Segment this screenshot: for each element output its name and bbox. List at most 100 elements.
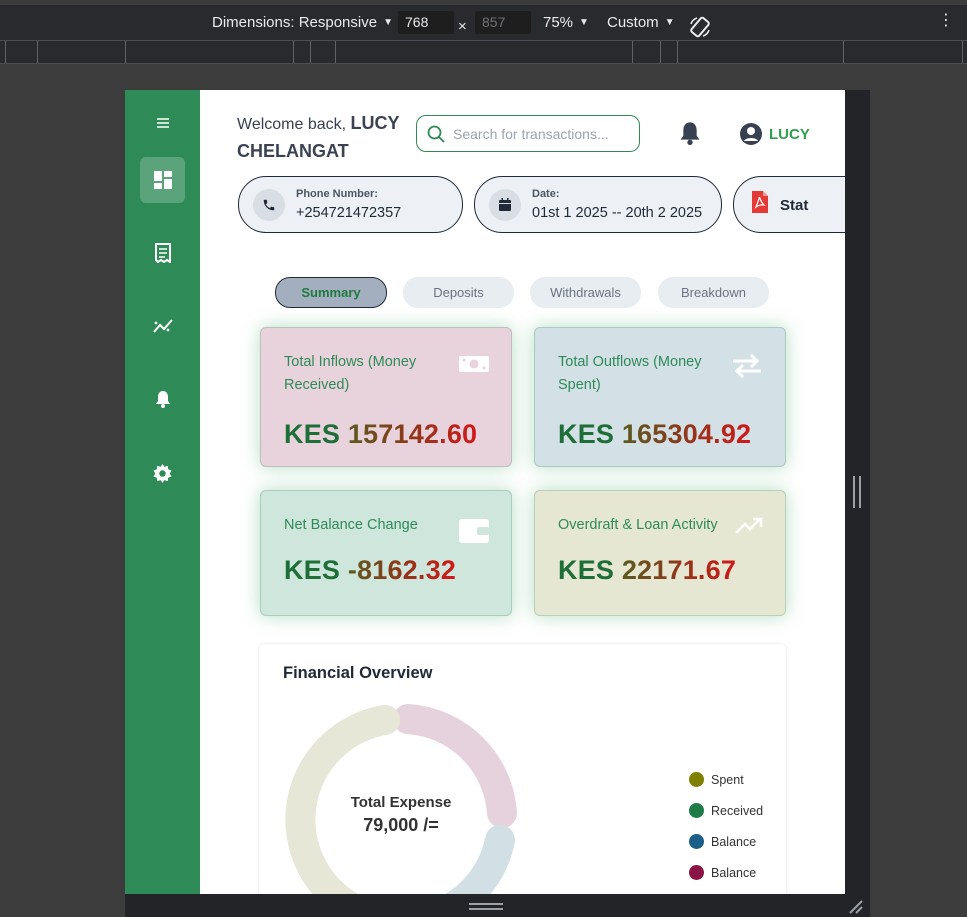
card-title: Total Outflows (Money Spent): [558, 354, 702, 393]
amount: -8162.32: [347, 555, 457, 585]
center-value: 79,000 /=: [363, 815, 439, 835]
wallet-icon: [459, 517, 489, 548]
amount: 22171.67: [621, 555, 737, 585]
dashboard-icon: [153, 171, 172, 189]
phone-icon: [253, 188, 285, 221]
height-input[interactable]: 857: [475, 11, 531, 34]
pill-value: 01st 1 2025 -- 20th 2 2025: [532, 204, 703, 221]
legend-label: Spent: [711, 772, 744, 787]
amount: 165304.92: [621, 419, 752, 449]
legend-label: Received: [711, 803, 764, 818]
donut-segment-balance: [445, 825, 515, 894]
calendar-icon: [489, 188, 521, 221]
card-title: Net Balance Change: [284, 517, 418, 533]
trending-up-icon: [735, 517, 763, 540]
overview-title: Financial Overview: [283, 664, 433, 682]
currency: KES: [558, 555, 615, 585]
pdf-icon: [750, 190, 770, 219]
bell-icon: [155, 391, 170, 408]
pill-label: Date:: [532, 187, 560, 200]
width-input[interactable]: 768: [398, 11, 454, 34]
dimensions-dropdown[interactable]: Dimensions: Responsive ▼: [212, 14, 393, 31]
currency: KES: [284, 555, 341, 585]
card-overdraft-loan[interactable]: Overdraft & Loan Activity KES 22171.67: [534, 490, 786, 616]
receipt-icon: [154, 243, 171, 263]
legend-item[interactable]: Balance: [689, 857, 763, 888]
legend-dot: [689, 772, 704, 787]
legend-label: Balance: [711, 865, 757, 880]
legend-item[interactable]: Spent: [689, 764, 763, 795]
zoom-label: 75%: [543, 14, 574, 31]
legend-item[interactable]: Balance: [689, 826, 763, 857]
devtools-toolbar: Dimensions: Responsive ▼ 768 × 857 75% ▼…: [0, 0, 967, 40]
times-icon: ×: [458, 18, 467, 35]
resize-handle-right[interactable]: [853, 476, 861, 508]
card-title: Overdraft & Loan Activity: [558, 517, 718, 533]
card-amount: KES 157142.60: [284, 419, 488, 450]
welcome-prefix: Welcome back,: [237, 116, 347, 133]
pill-value: +254721472357: [296, 204, 402, 221]
media-query-ruler: [0, 40, 967, 64]
throttle-dropdown[interactable]: Custom ▼: [607, 14, 675, 31]
card-total-outflows[interactable]: Total Outflows (Money Spent) KES 165304.…: [534, 327, 786, 467]
card-amount: KES -8162.32: [284, 555, 488, 586]
chart-legend: Spent Received Balance Balance: [689, 764, 763, 888]
resize-corner-icon[interactable]: [848, 899, 864, 917]
transfer-icon: [731, 353, 763, 383]
card-total-inflows[interactable]: Total Inflows (Money Received) KES 15714…: [260, 327, 512, 467]
date-range-pill[interactable]: Date: 01st 1 2025 -- 20th 2 2025: [474, 176, 722, 233]
tab-withdrawals[interactable]: Withdrawals: [530, 277, 641, 308]
gear-icon: [153, 463, 172, 483]
app-viewport: Welcome back, LUCY CHELANGAT LUCY Phone …: [125, 90, 845, 894]
search-box[interactable]: [416, 115, 640, 152]
notification-button[interactable]: [679, 121, 701, 150]
tab-breakdown[interactable]: Breakdown: [658, 277, 769, 308]
sidebar-item-statements[interactable]: [140, 230, 185, 276]
currency: KES: [284, 419, 341, 449]
financial-overview-panel: Financial Overview Total Expense 79,000 …: [259, 644, 786, 894]
legend-dot: [689, 865, 704, 880]
sidebar: [125, 90, 200, 894]
legend-item[interactable]: Received: [689, 795, 763, 826]
amount: 157142.60: [347, 419, 478, 449]
resize-handle-bottom[interactable]: [469, 903, 503, 910]
legend-dot: [689, 834, 704, 849]
menu-icon: [156, 118, 169, 128]
account-circle-icon: [740, 123, 762, 145]
card-amount: KES 165304.92: [558, 419, 762, 450]
card-amount: KES 22171.67: [558, 555, 762, 586]
profile-menu[interactable]: LUCY: [739, 122, 810, 146]
search-icon: [427, 125, 445, 143]
rotate-icon[interactable]: [688, 15, 712, 43]
chevron-down-icon: ▼: [579, 17, 589, 28]
main-content: Welcome back, LUCY CHELANGAT LUCY Phone …: [200, 90, 845, 894]
bell-icon: [680, 122, 700, 145]
currency: KES: [558, 419, 615, 449]
sidebar-item-settings[interactable]: [140, 450, 185, 496]
zoom-dropdown[interactable]: 75% ▼: [543, 14, 589, 31]
center-label: Total Expense: [350, 794, 452, 811]
chevron-down-icon: ▼: [383, 17, 393, 28]
analytics-icon: [152, 319, 173, 333]
welcome-text: Welcome back, LUCY CHELANGAT: [237, 110, 407, 166]
sidebar-item-notifications[interactable]: [140, 376, 185, 422]
card-title: Total Inflows (Money Received): [284, 354, 417, 393]
legend-dot: [689, 803, 704, 818]
pill-value: Stat: [780, 196, 809, 214]
chevron-down-icon: ▼: [664, 17, 675, 28]
tab-deposits[interactable]: Deposits: [403, 277, 514, 308]
sidebar-item-dashboard[interactable]: [140, 157, 185, 203]
tab-summary[interactable]: Summary: [275, 277, 387, 308]
pill-label: Phone Number:: [296, 187, 378, 200]
dimensions-label: Dimensions: Responsive: [212, 14, 378, 31]
donut-center-label: Total Expense 79,000 /=: [321, 794, 481, 836]
statement-pill[interactable]: Stat: [733, 176, 845, 233]
more-vert-icon[interactable]: ⋮: [938, 13, 954, 29]
menu-button[interactable]: [140, 100, 185, 146]
card-net-balance[interactable]: Net Balance Change KES -8162.32: [260, 490, 512, 616]
throttle-label: Custom: [607, 14, 659, 31]
sidebar-item-analytics[interactable]: [140, 303, 185, 349]
search-input[interactable]: [453, 125, 633, 142]
cash-icon: [459, 354, 489, 379]
phone-number-pill: Phone Number: +254721472357: [238, 176, 463, 233]
